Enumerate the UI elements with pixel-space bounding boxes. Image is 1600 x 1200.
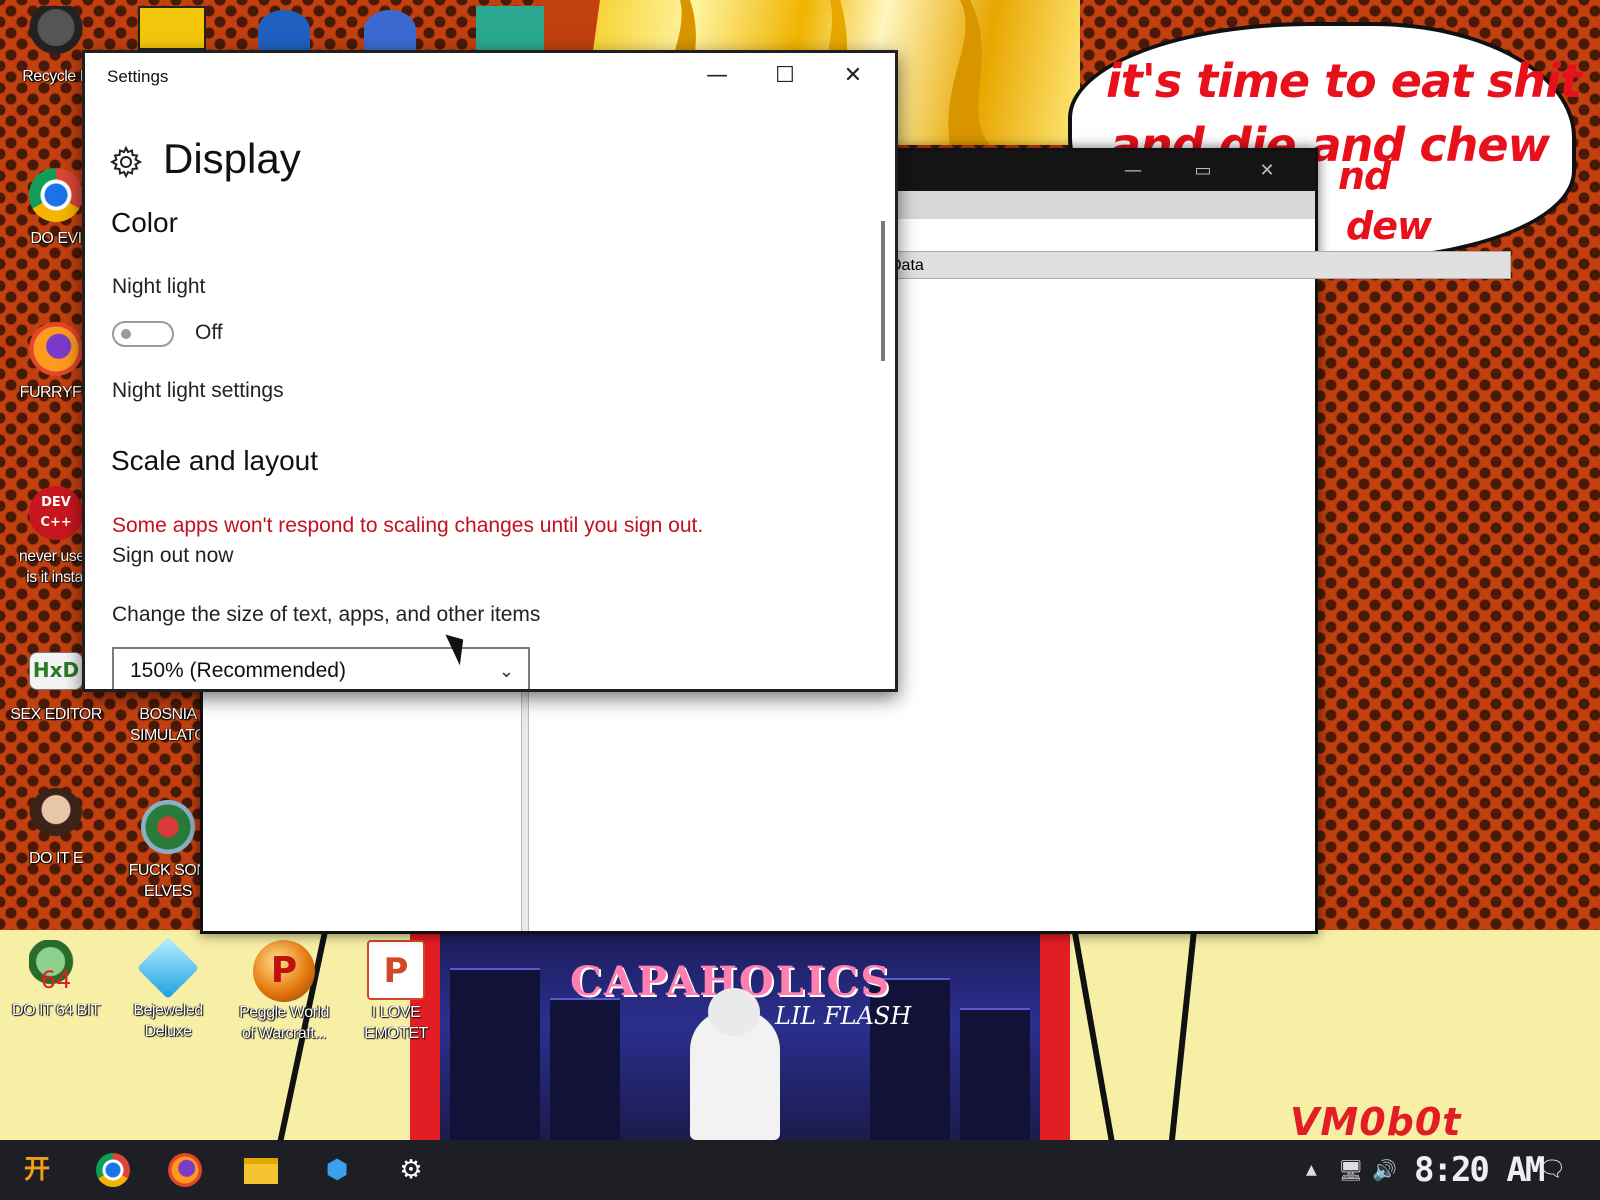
pane-splitter[interactable]: [521, 681, 529, 931]
desktop-icon-portrait[interactable]: DO IT E: [4, 788, 108, 869]
desktop-icon-label: DO IT 64 BIT: [12, 1002, 100, 1019]
portrait-icon: [29, 788, 83, 842]
firefox-icon: [29, 322, 83, 376]
taskbar-clock[interactable]: 8:20 AM: [1414, 1140, 1545, 1200]
start-button[interactable]: 开: [12, 1148, 62, 1192]
sign-out-link[interactable]: Sign out now: [112, 544, 233, 568]
text-size-label: Change the size of text, apps, and other…: [112, 603, 541, 626]
chrome-icon: [29, 168, 83, 222]
taskbar-chrome-icon[interactable]: [88, 1148, 138, 1192]
page-title: Display: [163, 135, 301, 182]
desktop-icon-64bit[interactable]: 64 DO IT 64 BIT: [4, 940, 108, 1021]
scale-section-heading: Scale and layout: [111, 445, 319, 476]
notification-center-icon[interactable]: 🗨: [1538, 1140, 1566, 1200]
peggle-icon: P: [253, 940, 315, 1002]
album-artist: LIL FLASH: [775, 1002, 912, 1030]
maximize-button[interactable]: ☐: [751, 53, 819, 99]
desktop-icon-powerpoint[interactable]: P I LOVE EMOTET: [344, 940, 448, 1044]
taskbar-file-explorer-icon[interactable]: [236, 1148, 286, 1192]
settings-window[interactable]: Settings — ☐ ✕ Display Color Night light…: [82, 50, 898, 692]
album-figure-head: [708, 988, 760, 1036]
chevron-down-icon: ⌄: [498, 661, 514, 681]
bubble-line-1: it's time to eat shit: [1106, 54, 1582, 108]
bejeweled-gem-icon: [136, 936, 200, 1000]
minimize-button[interactable]: —: [683, 53, 751, 99]
desktop-icon-peggle[interactable]: P Peggle World of Warcraft...: [232, 940, 336, 1044]
network-icon[interactable]: 🖥: [1338, 1140, 1363, 1200]
desktop-icon-label: Bejeweled Deluxe: [133, 1002, 203, 1040]
color-section-heading: Color: [111, 207, 178, 238]
hex-editor-icon: HxD: [29, 652, 83, 690]
volume-icon[interactable]: 🔊: [1372, 1140, 1397, 1200]
album-cover: CAPAHOLICS LIL FLASH: [440, 930, 1040, 1140]
night-light-state: Off: [195, 321, 223, 344]
taskbar: 开 ⬢ ⚙ ▲ 🖥 🔊 8:20 AM 🗨: [0, 1140, 1600, 1200]
gear-icon: [109, 145, 143, 179]
bubble-line-3: nd: [1338, 154, 1391, 198]
powerpoint-icon: P: [367, 940, 425, 1000]
close-button[interactable]: ✕: [819, 53, 887, 99]
show-hidden-icons-chevron-up-icon[interactable]: ▲: [1306, 1140, 1317, 1200]
character-icon: 64: [29, 940, 83, 994]
desktop-icon-top-1[interactable]: [138, 6, 206, 50]
scaling-warning: Some apps won't respond to scaling chang…: [112, 514, 704, 537]
desktop-icon-label: DO IT E: [29, 850, 84, 867]
wallpaper-watermark: VM0b0t: [1290, 1100, 1462, 1144]
recycle-bin-icon: [29, 6, 83, 60]
desktop-icon-label: SEX EDITOR: [10, 706, 102, 723]
data-column-header[interactable]: Data: [883, 251, 1511, 279]
background-minimize-button[interactable]: —: [1113, 159, 1153, 183]
desktop-icon-top-3[interactable]: [364, 10, 416, 50]
night-light-toggle[interactable]: [112, 321, 174, 347]
background-maximize-button[interactable]: ▭: [1183, 159, 1223, 183]
desktop-icon-label: Peggle World of Warcraft...: [239, 1004, 329, 1042]
desktop-icon-bejeweled[interactable]: Bejeweled Deluxe: [116, 936, 220, 1042]
taskbar-firefox-icon[interactable]: [160, 1148, 210, 1192]
desktop-icon-top-4[interactable]: [476, 6, 544, 50]
background-close-button[interactable]: ✕: [1247, 159, 1287, 183]
taskbar-app-icon[interactable]: ⬢: [312, 1148, 362, 1192]
scale-dropdown-value: 150% (Recommended): [130, 659, 346, 682]
desktop-icon-label: I LOVE EMOTET: [364, 1004, 428, 1042]
taskbar-settings-gear-icon[interactable]: ⚙: [386, 1148, 436, 1192]
window-title: Settings: [107, 67, 169, 86]
elf-game-icon: [141, 800, 195, 854]
night-light-label: Night light: [112, 275, 206, 298]
desktop-icon-top-2[interactable]: [258, 10, 310, 50]
bubble-line-4: dew: [1346, 204, 1432, 248]
dev-cpp-icon: DEV C++: [29, 486, 83, 540]
settings-scrollbar[interactable]: [881, 221, 885, 361]
night-light-settings-link[interactable]: Night light settings: [112, 379, 284, 403]
